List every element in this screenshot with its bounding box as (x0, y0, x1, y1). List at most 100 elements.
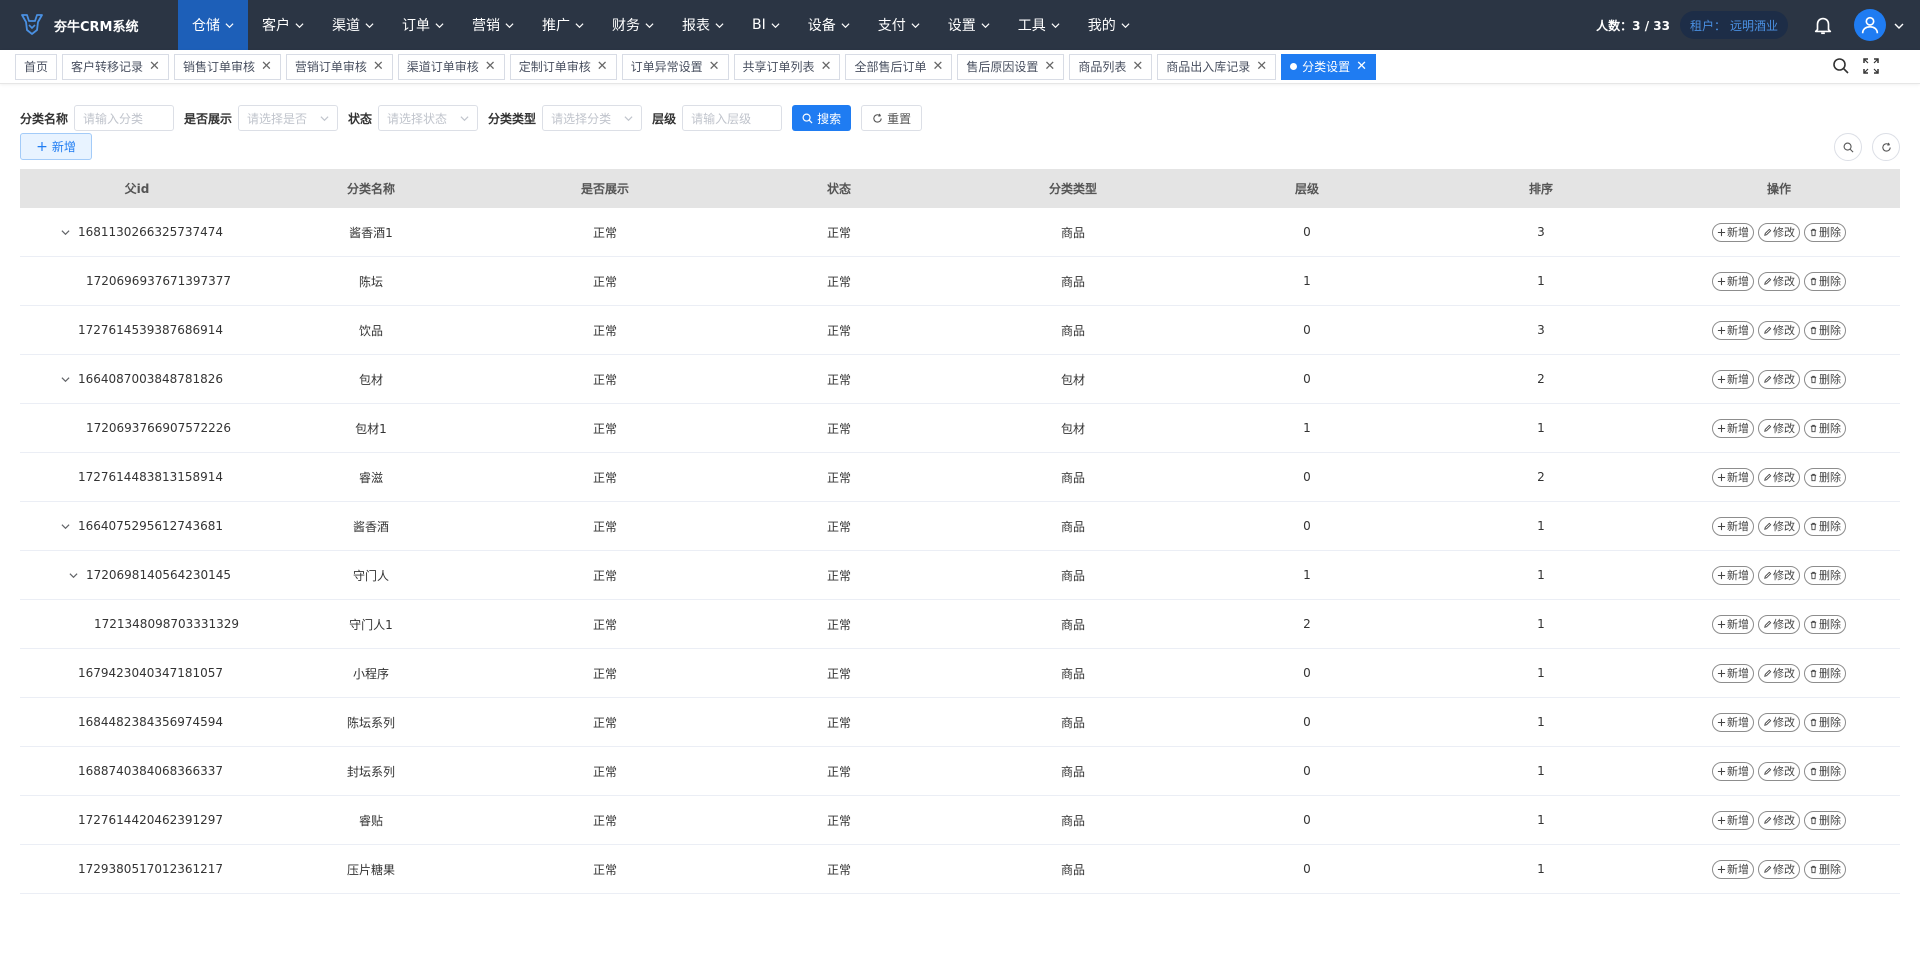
close-icon[interactable]: ✕ (932, 60, 943, 73)
search-icon[interactable] (1820, 57, 1850, 78)
table-row[interactable]: 1688740384068366337 封坛系列 正常 正常 商品 0 1 新增 修改 删除 (20, 747, 1900, 796)
row-edit-button[interactable]: 修改 (1758, 712, 1800, 732)
row-add-button[interactable]: 新增 (1712, 810, 1754, 830)
table-row[interactable]: 1664075295612743681 酱香酒 正常 正常 商品 0 1 新增 修改 删除 (20, 502, 1900, 551)
row-delete-button[interactable]: 删除 (1804, 859, 1846, 879)
close-icon[interactable]: ✕ (1044, 60, 1055, 73)
tab-5[interactable]: 定制订单审核 ✕ (509, 53, 617, 80)
table-row[interactable]: 1681130266325737474 酱香酒1 正常 正常 商品 0 3 新增 修改 删除 (20, 208, 1900, 257)
menu-item-0[interactable]: 仓储 (178, 0, 248, 50)
row-delete-button[interactable]: 删除 (1804, 614, 1846, 634)
tab-1[interactable]: 客户转移记录 ✕ (62, 53, 169, 80)
row-add-button[interactable]: 新增 (1712, 614, 1754, 634)
tab-7[interactable]: 共享订单列表 ✕ (733, 53, 841, 80)
row-edit-button[interactable]: 修改 (1758, 810, 1800, 830)
close-icon[interactable]: ✕ (373, 60, 384, 73)
table-row[interactable]: 1679423040347181057 小程序 正常 正常 商品 0 1 新增 修改 删除 (20, 649, 1900, 698)
menu-item-8[interactable]: BI (738, 0, 794, 50)
row-edit-button[interactable]: 修改 (1758, 418, 1800, 438)
refresh-table-button[interactable] (1872, 133, 1900, 161)
row-add-button[interactable]: 新增 (1712, 565, 1754, 585)
row-add-button[interactable]: 新增 (1712, 516, 1754, 536)
row-delete-button[interactable]: 删除 (1804, 516, 1846, 536)
tab-4[interactable]: 渠道订单审核 ✕ (397, 53, 505, 80)
row-delete-button[interactable]: 删除 (1804, 369, 1846, 389)
table-row[interactable]: 1727614483813158914 睿滋 正常 正常 商品 0 2 新增 修改 删除 (20, 453, 1900, 502)
close-icon[interactable]: ✕ (485, 60, 496, 73)
app-logo[interactable]: 夯牛CRM系统 (0, 0, 178, 50)
reset-button[interactable]: 重置 (861, 105, 923, 131)
chevron-down-icon[interactable] (60, 374, 70, 384)
row-edit-button[interactable]: 修改 (1758, 467, 1800, 487)
type-select[interactable]: 请选择分类 (542, 105, 643, 131)
menu-item-11[interactable]: 设置 (934, 0, 1004, 50)
tab-3[interactable]: 营销订单审核 ✕ (285, 53, 393, 80)
row-delete-button[interactable]: 删除 (1804, 565, 1846, 585)
tab-12[interactable]: 分类设置 ✕ (1281, 53, 1377, 80)
chevron-down-icon[interactable] (1894, 20, 1904, 30)
table-row[interactable]: 1720698140564230145 守门人 正常 正常 商品 1 1 新增 修改 删除 (20, 551, 1900, 600)
table-row[interactable]: 1720693766907572226 包材1 正常 正常 包材 1 1 新增 修改 删除 (20, 404, 1900, 453)
menu-item-9[interactable]: 设备 (794, 0, 864, 50)
row-add-button[interactable]: 新增 (1712, 761, 1754, 781)
tab-2[interactable]: 销售订单审核 ✕ (173, 53, 281, 80)
row-edit-button[interactable]: 修改 (1758, 369, 1800, 389)
level-input[interactable]: 请输入层级 (682, 105, 783, 131)
row-delete-button[interactable]: 删除 (1804, 418, 1846, 438)
row-add-button[interactable]: 新增 (1712, 369, 1754, 389)
fullscreen-icon[interactable] (1850, 57, 1880, 78)
close-icon[interactable]: ✕ (149, 60, 160, 73)
row-delete-button[interactable]: 删除 (1804, 271, 1846, 291)
tab-10[interactable]: 商品列表 ✕ (1069, 53, 1153, 80)
row-edit-button[interactable]: 修改 (1758, 320, 1800, 340)
menu-item-10[interactable]: 支付 (864, 0, 934, 50)
menu-item-2[interactable]: 渠道 (318, 0, 388, 50)
add-category-button[interactable]: + 新增 (20, 133, 92, 160)
user-avatar-icon[interactable] (1854, 9, 1886, 41)
row-edit-button[interactable]: 修改 (1758, 761, 1800, 781)
chevron-down-icon[interactable] (68, 570, 78, 580)
row-add-button[interactable]: 新增 (1712, 467, 1754, 487)
row-edit-button[interactable]: 修改 (1758, 565, 1800, 585)
category-name-input[interactable]: 请输入分类 (74, 105, 175, 131)
menu-item-1[interactable]: 客户 (248, 0, 318, 50)
menu-item-13[interactable]: 我的 (1074, 0, 1144, 50)
table-row[interactable]: 1727614539387686914 饮品 正常 正常 商品 0 3 新增 修改 删除 (20, 306, 1900, 355)
table-row[interactable]: 1729380517012361217 压片糖果 正常 正常 商品 0 1 新增 修改 删除 (20, 845, 1900, 894)
toggle-search-button[interactable] (1834, 133, 1862, 161)
row-add-button[interactable]: 新增 (1712, 418, 1754, 438)
status-select[interactable]: 请选择状态 (378, 105, 479, 131)
row-delete-button[interactable]: 删除 (1804, 663, 1846, 683)
close-icon[interactable]: ✕ (261, 60, 272, 73)
menu-item-5[interactable]: 推广 (528, 0, 598, 50)
tenant-badge[interactable]: 租户： 远明酒业 (1679, 11, 1788, 39)
row-edit-button[interactable]: 修改 (1758, 516, 1800, 536)
table-row[interactable]: 1720696937671397377 陈坛 正常 正常 商品 1 1 新增 修改 删除 (20, 257, 1900, 306)
menu-item-4[interactable]: 营销 (458, 0, 528, 50)
tab-9[interactable]: 售后原因设置 ✕ (957, 53, 1065, 80)
table-row[interactable]: 1664087003848781826 包材 正常 正常 包材 0 2 新增 修改 删除 (20, 355, 1900, 404)
row-delete-button[interactable]: 删除 (1804, 761, 1846, 781)
row-delete-button[interactable]: 删除 (1804, 320, 1846, 340)
row-edit-button[interactable]: 修改 (1758, 271, 1800, 291)
table-row[interactable]: 1727614420462391297 睿贴 正常 正常 商品 0 1 新增 修改 删除 (20, 796, 1900, 845)
close-icon[interactable]: ✕ (1256, 60, 1267, 73)
row-add-button[interactable]: 新增 (1712, 712, 1754, 732)
menu-item-12[interactable]: 工具 (1004, 0, 1074, 50)
row-add-button[interactable]: 新增 (1712, 222, 1754, 242)
search-button[interactable]: 搜索 (792, 105, 852, 131)
row-delete-button[interactable]: 删除 (1804, 810, 1846, 830)
close-icon[interactable]: ✕ (1132, 60, 1143, 73)
row-add-button[interactable]: 新增 (1712, 271, 1754, 291)
row-delete-button[interactable]: 删除 (1804, 712, 1846, 732)
tab-6[interactable]: 订单异常设置 ✕ (621, 53, 729, 80)
chevron-down-icon[interactable] (60, 227, 70, 237)
row-add-button[interactable]: 新增 (1712, 320, 1754, 340)
table-row[interactable]: 1721348098703331329 守门人1 正常 正常 商品 2 1 新增 修改 删除 (20, 600, 1900, 649)
close-icon[interactable]: ✕ (821, 60, 832, 73)
close-icon[interactable]: ✕ (597, 60, 608, 73)
tab-0[interactable]: 首页 (15, 53, 58, 80)
row-edit-button[interactable]: 修改 (1758, 614, 1800, 634)
row-edit-button[interactable]: 修改 (1758, 663, 1800, 683)
close-icon[interactable]: ✕ (709, 60, 720, 73)
